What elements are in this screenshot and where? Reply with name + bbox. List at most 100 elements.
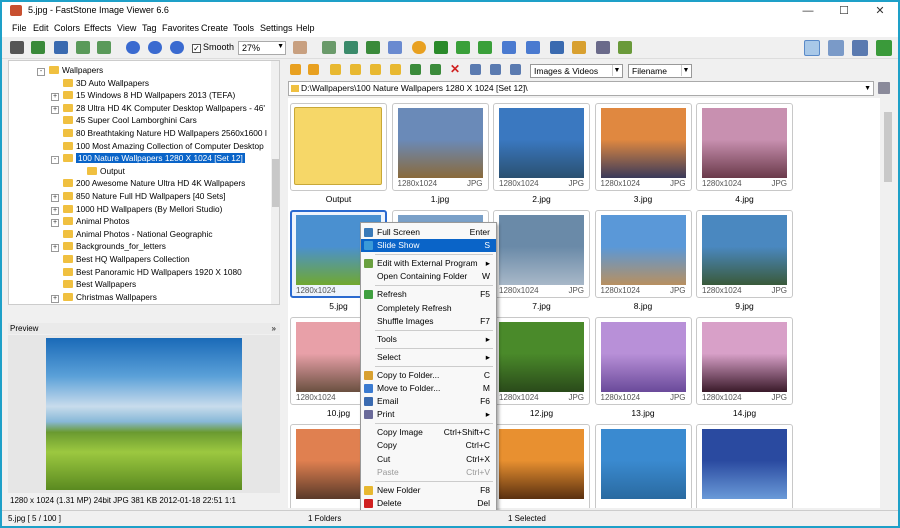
menu-settings[interactable]: Settings xyxy=(260,23,293,33)
thumbnail-item[interactable]: 1280x1024 JPG 1.jpg xyxy=(391,103,489,207)
expand-icon[interactable]: + xyxy=(51,244,59,253)
copy-folder-icon[interactable] xyxy=(572,41,586,54)
expand-icon[interactable]: + xyxy=(51,219,59,228)
tree-item[interactable]: 80 Breathtaking Nature HD Wallpapers 256… xyxy=(51,127,267,139)
menu-help[interactable]: Help xyxy=(296,23,315,33)
chevron-down-icon[interactable]: ▼ xyxy=(864,82,871,95)
print-icon[interactable] xyxy=(596,41,610,54)
context-menu-item[interactable]: Completely Refresh xyxy=(361,302,496,315)
context-menu-item[interactable]: Copy to Folder... C xyxy=(361,369,496,382)
new-folder-icon[interactable] xyxy=(370,64,381,75)
email-icon[interactable] xyxy=(550,41,564,54)
rotate-left-icon[interactable] xyxy=(456,41,470,54)
move-to-icon[interactable] xyxy=(410,64,421,75)
expand-icon[interactable]: + xyxy=(51,105,59,114)
context-menu-item[interactable]: Full Screen Enter xyxy=(361,226,496,239)
canvas-icon[interactable] xyxy=(366,41,380,54)
thumbnail-item[interactable]: 1280x1024 JPG 3.jpg xyxy=(594,103,692,207)
context-menu-item[interactable]: Delete Del xyxy=(361,497,496,510)
grid-scroll-thumb[interactable] xyxy=(884,112,892,182)
zoom-in-icon[interactable] xyxy=(126,41,140,54)
context-menu-item[interactable]: Shuffle Images F7 xyxy=(361,315,496,328)
tree-item[interactable]: 45 Super Cool Lamborghini Cars xyxy=(51,114,197,126)
prev-image-icon[interactable] xyxy=(76,41,90,54)
expand-icon[interactable]: + xyxy=(51,93,59,102)
thumbnail-item[interactable]: 1280x1024 JPG 7.jpg xyxy=(493,210,590,314)
details-icon[interactable] xyxy=(490,64,501,75)
context-menu-item[interactable]: Email F6 xyxy=(361,395,496,408)
tree-item[interactable]: 3D Auto Wallpapers xyxy=(51,77,149,89)
tree-item[interactable]: Best Panoramic HD Wallpapers 1920 X 1080 xyxy=(51,266,242,278)
path-input[interactable]: D:\Wallpapers\100 Nature Wallpapers 1280… xyxy=(288,81,874,96)
tree-item[interactable]: +850 Nature Full HD Wallpapers [40 Sets] xyxy=(51,190,226,202)
thumbnail-item[interactable] xyxy=(493,424,590,508)
tree-item[interactable]: +1000 HD Wallpapers (By Mellori Studio) xyxy=(51,203,222,215)
thumbnail-item[interactable]: 1280x1024 JPG 12.jpg xyxy=(493,317,590,421)
tree-item[interactable]: Best HQ Wallpapers Collection xyxy=(51,253,190,265)
context-menu-item[interactable]: Open Containing Folder W xyxy=(361,270,496,283)
menu-edit[interactable]: Edit xyxy=(33,23,49,33)
expand-icon[interactable]: + xyxy=(51,294,59,303)
next-image-icon[interactable] xyxy=(97,41,111,54)
thumbnail-item[interactable]: 1280x1024 JPG 13.jpg xyxy=(594,317,692,421)
tree-scroll-thumb[interactable] xyxy=(272,159,279,207)
grid-scrollbar[interactable] xyxy=(882,98,894,508)
tree-scrollbar[interactable] xyxy=(271,61,279,304)
tree-item[interactable]: 100 Most Amazing Collection of Computer … xyxy=(51,140,264,152)
up-folder-icon[interactable] xyxy=(330,64,341,75)
menu-file[interactable]: File xyxy=(12,23,27,33)
context-menu-item[interactable]: Copy Ctrl+C xyxy=(361,439,496,452)
hand-tool-icon[interactable] xyxy=(293,41,307,54)
collapse-icon[interactable]: » xyxy=(272,323,276,334)
menu-colors[interactable]: Colors xyxy=(54,23,80,33)
compare-icon[interactable] xyxy=(502,41,516,54)
menu-create[interactable]: Create xyxy=(201,23,228,33)
context-menu-item[interactable]: Cut Ctrl+X xyxy=(361,453,496,466)
tree-item[interactable]: +28 Ultra HD 4K Computer Desktop Wallpap… xyxy=(51,102,265,114)
tree-item[interactable]: +15 Windows 8 HD Wallpapers 2013 (TEFA) xyxy=(51,89,235,102)
crop-icon[interactable] xyxy=(322,41,336,54)
thumbnail-item[interactable]: 1280x1024 JPG 2.jpg xyxy=(493,103,590,207)
thumbnail-item[interactable]: 1280x1024 JPG 4.jpg xyxy=(696,103,793,207)
filter-select[interactable]: Images & Videos ▼ xyxy=(530,64,623,78)
view-full-icon[interactable] xyxy=(852,40,868,56)
camera-icon[interactable] xyxy=(10,41,24,54)
menu-effects[interactable]: Effects xyxy=(84,23,111,33)
favorite-icon[interactable] xyxy=(350,64,361,75)
rotate-icon[interactable] xyxy=(388,41,402,54)
context-menu-item[interactable]: Copy Image Ctrl+Shift+C xyxy=(361,426,496,439)
context-menu-item[interactable]: Select ▸ xyxy=(361,351,496,364)
context-menu-item[interactable]: Print ▸ xyxy=(361,408,496,421)
tree-item[interactable]: 200 Awesome Nature Ultra HD 4K Wallpaper… xyxy=(51,177,245,189)
thumb-size-icon[interactable] xyxy=(510,64,521,75)
context-menu-item[interactable]: Paste Ctrl+V xyxy=(361,466,496,479)
rotate-right-icon[interactable] xyxy=(478,41,492,54)
context-menu-item[interactable]: Slide Show S xyxy=(361,239,496,253)
sort-select[interactable]: Filename ▼ xyxy=(628,64,692,78)
thumbnail-item[interactable]: Output xyxy=(290,103,387,207)
expand-icon[interactable]: + xyxy=(51,206,59,215)
tree-item[interactable]: - Wallpapers xyxy=(37,64,103,76)
back-icon[interactable] xyxy=(290,64,301,75)
maximize-button[interactable]: ☐ xyxy=(826,2,862,20)
delete-icon[interactable]: ✕ xyxy=(450,63,461,75)
menu-favorites[interactable]: Favorites xyxy=(162,23,199,33)
tree-item[interactable]: Best Wallpapers xyxy=(51,278,136,290)
context-menu-item[interactable]: Move to Folder... M xyxy=(361,382,496,395)
context-menu-item[interactable]: New Folder F8 xyxy=(361,484,496,497)
thumbnail-item[interactable]: 1280x1024 JPG 14.jpg xyxy=(696,317,793,421)
tree-item[interactable]: Animal Photos - National Geographic xyxy=(51,228,213,240)
minimize-button[interactable]: — xyxy=(790,2,826,20)
zoom-select[interactable]: 27% ▼ xyxy=(238,41,286,55)
tree-item[interactable]: + Animal Photos xyxy=(51,215,130,228)
settings-icon[interactable] xyxy=(618,41,632,54)
view-thumbnails-icon[interactable] xyxy=(804,40,820,56)
tree-item[interactable]: - 100 Nature Wallpapers 1280 X 1024 [Set … xyxy=(51,152,245,165)
thumbnail-item[interactable] xyxy=(594,424,692,508)
forward-icon[interactable] xyxy=(308,64,319,75)
expand-icon[interactable]: - xyxy=(37,68,45,76)
thumbnail-item[interactable]: 1280x1024 JPG 9.jpg xyxy=(696,210,793,314)
view-preview-icon[interactable] xyxy=(828,40,844,56)
copy-to-icon[interactable] xyxy=(390,64,401,75)
close-button[interactable]: ✕ xyxy=(862,2,898,20)
